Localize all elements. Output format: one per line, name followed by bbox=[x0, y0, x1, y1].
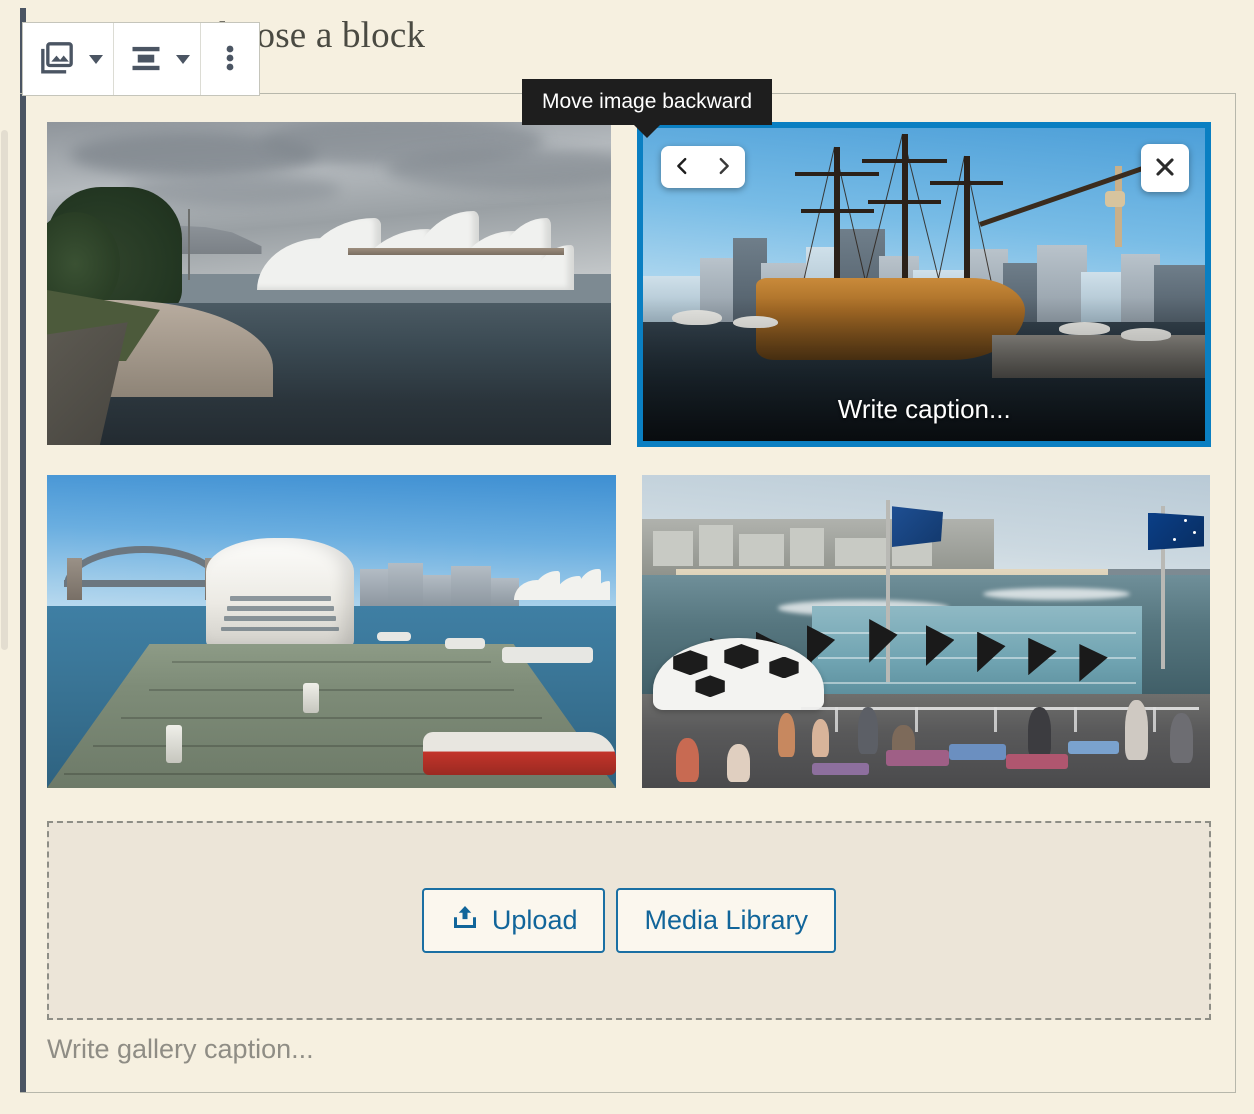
media-library-button-label: Media Library bbox=[644, 905, 809, 935]
block-toolbar bbox=[22, 22, 260, 96]
toolbar-group-alignment bbox=[114, 23, 201, 95]
gallery-image-0[interactable] bbox=[47, 122, 612, 445]
align-center-icon bbox=[128, 40, 164, 79]
scrollbar-thumb[interactable] bbox=[1, 130, 8, 650]
gallery-item-2[interactable] bbox=[47, 475, 616, 788]
image-reorder-controls bbox=[661, 146, 746, 188]
more-options-button[interactable] bbox=[205, 23, 255, 95]
gallery-dropzone[interactable]: Upload Media Library bbox=[47, 821, 1211, 1020]
close-x-icon bbox=[1152, 154, 1178, 183]
tooltip-move-image-backward: Move image backward bbox=[522, 79, 773, 125]
chevron-right-icon bbox=[713, 155, 735, 180]
move-image-forward-button[interactable] bbox=[703, 146, 745, 188]
remove-image-button[interactable] bbox=[1141, 144, 1189, 192]
upload-button-label: Upload bbox=[491, 905, 578, 935]
upload-button[interactable]: Upload bbox=[421, 888, 606, 953]
editor-scroll-rail[interactable] bbox=[0, 0, 10, 1114]
gallery-icon bbox=[37, 38, 77, 81]
move-image-backward-button[interactable] bbox=[661, 146, 703, 188]
toolbar-group-options bbox=[201, 23, 259, 95]
gallery-grid: Write caption... bbox=[47, 122, 1211, 788]
gallery-item-1-selected[interactable]: Write caption... bbox=[637, 122, 1211, 447]
gallery-row bbox=[47, 475, 1211, 788]
upload-icon bbox=[450, 902, 480, 939]
gallery-row: Write caption... bbox=[47, 122, 1211, 447]
gallery-image-2[interactable] bbox=[47, 475, 616, 788]
chevron-left-icon bbox=[671, 155, 693, 180]
chevron-down-icon[interactable] bbox=[176, 54, 190, 64]
gallery-caption-input[interactable]: Write gallery caption... bbox=[47, 1034, 314, 1065]
align-center-button[interactable] bbox=[118, 23, 174, 95]
chevron-down-icon[interactable] bbox=[89, 54, 103, 64]
gallery-item-3[interactable] bbox=[642, 475, 1210, 788]
image-caption-input[interactable]: Write caption... bbox=[643, 394, 1205, 425]
gallery-image-1[interactable]: Write caption... bbox=[643, 128, 1205, 441]
dropzone-actions: Upload Media Library bbox=[421, 888, 837, 953]
gallery-image-3[interactable] bbox=[642, 475, 1210, 788]
toolbar-group-block-type bbox=[23, 23, 114, 95]
three-dots-vertical-icon bbox=[215, 41, 245, 78]
block-editor-canvas: r type / to choose a block bbox=[0, 0, 1254, 1114]
gallery-block-type-button[interactable] bbox=[27, 23, 87, 95]
media-library-button[interactable]: Media Library bbox=[616, 888, 837, 953]
gallery-item-0[interactable] bbox=[47, 122, 612, 447]
